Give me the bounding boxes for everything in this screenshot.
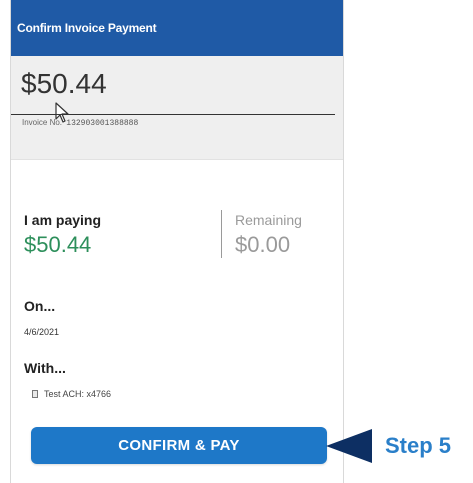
bank-account-icon bbox=[32, 390, 38, 398]
invoice-number-label: Invoice No. bbox=[22, 118, 63, 127]
confirm-pay-label: CONFIRM & PAY bbox=[118, 437, 240, 454]
paying-column: I am paying $50.44 bbox=[24, 212, 101, 258]
on-label: On... bbox=[24, 298, 56, 314]
with-label: With... bbox=[24, 360, 66, 376]
remaining-label: Remaining bbox=[235, 212, 302, 228]
amount-underline bbox=[11, 114, 335, 115]
paying-label: I am paying bbox=[24, 212, 102, 228]
summary-divider bbox=[221, 210, 222, 258]
page: Confirm Invoice Payment $50.44 Invoice N… bbox=[0, 0, 473, 483]
step-arrow-icon bbox=[326, 429, 372, 463]
panel-title: Confirm Invoice Payment bbox=[17, 21, 157, 35]
remaining-column: Remaining $0.00 bbox=[235, 212, 302, 258]
step-label: Step 5 bbox=[385, 433, 452, 458]
confirm-pay-button[interactable]: CONFIRM & PAY bbox=[31, 427, 327, 464]
invoice-number: Invoice No. 132903001388888 bbox=[22, 118, 138, 128]
payment-summary: I am paying $50.44 Remaining $0.00 bbox=[11, 200, 343, 270]
payment-date[interactable]: 4/6/2021 bbox=[24, 327, 59, 337]
invoice-number-value: 132903001388888 bbox=[66, 119, 139, 128]
payment-amount-field[interactable]: $50.44 Invoice No. 132903001388888 bbox=[11, 56, 343, 160]
payment-amount-value: $50.44 bbox=[21, 68, 107, 99]
panel-header: Confirm Invoice Payment bbox=[11, 0, 343, 56]
paying-amount: $50.44 bbox=[24, 232, 92, 257]
confirm-payment-panel: Confirm Invoice Payment $50.44 Invoice N… bbox=[10, 0, 344, 483]
remaining-amount: $0.00 bbox=[235, 232, 291, 257]
payment-method-row[interactable]: Test ACH: x4766 bbox=[32, 389, 111, 399]
payment-method-label: Test ACH: x4766 bbox=[44, 389, 112, 399]
